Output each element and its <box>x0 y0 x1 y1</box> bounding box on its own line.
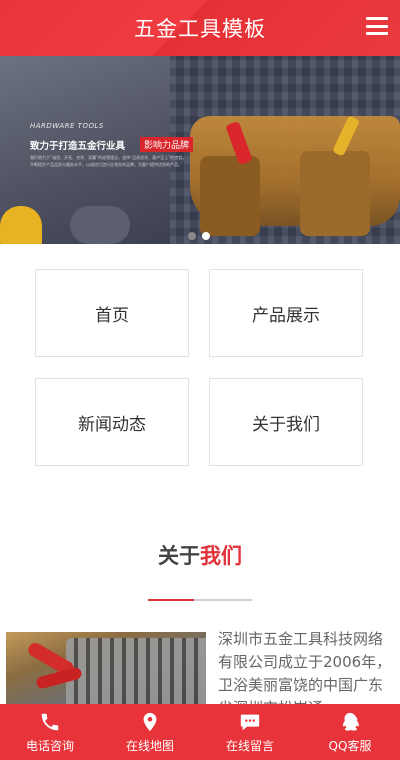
phone-icon <box>41 713 59 730</box>
hand-image <box>70 206 130 244</box>
bottom-action-bar: 电话咨询 在线地图 在线留言 QQ客服 <box>0 704 400 760</box>
banner-headline: 致力于打造五金行业具 <box>30 141 126 152</box>
carousel-dots <box>188 232 210 240</box>
about-image[interactable] <box>6 632 206 712</box>
site-title: 五金工具模板 <box>134 17 266 41</box>
tool-pouch-image <box>200 156 260 236</box>
banner-highlight: 影响力品牌 <box>140 137 194 152</box>
nav-item-about[interactable]: 关于我们 <box>209 378 363 466</box>
socket-tray-image <box>66 638 206 708</box>
map-pin-icon <box>143 712 157 731</box>
hero-banner[interactable]: HARDWARE TOOLS 致力于打造五金行业具 影响力品牌 我们致力于“诚信… <box>0 56 400 244</box>
footer-map-button[interactable]: 在线地图 <box>100 704 200 760</box>
footer-label: 电话咨询 <box>25 738 74 753</box>
section-title-part1: 关于 <box>158 544 200 568</box>
qq-icon <box>342 712 359 731</box>
section-title-part2: 我们 <box>200 544 242 568</box>
nav-grid: 首页 产品展示 新闻动态 关于我们 <box>0 244 400 504</box>
menu-bar <box>366 17 388 20</box>
footer-message-button[interactable]: 在线留言 <box>200 704 300 760</box>
nav-item-home[interactable]: 首页 <box>35 269 189 357</box>
menu-bar <box>366 24 388 28</box>
hamburger-menu-icon[interactable] <box>366 17 388 35</box>
message-icon <box>240 714 260 730</box>
carousel-dot-2[interactable] <box>202 232 210 240</box>
footer-qq-button[interactable]: QQ客服 <box>300 704 400 760</box>
carousel-dot-1[interactable] <box>188 232 196 240</box>
helmet-image <box>0 206 42 244</box>
tool-pouch-image <box>300 151 370 236</box>
footer-phone-button[interactable]: 电话咨询 <box>0 704 100 760</box>
banner-description: 我们致力于“诚信、开拓、合作、双赢”的经营理念，坚持“品质优先、客户至上”的宗旨… <box>30 155 187 167</box>
nav-item-news[interactable]: 新闻动态 <box>35 378 189 466</box>
top-header: 五金工具模板 <box>0 0 400 56</box>
footer-label: 在线地图 <box>125 738 174 753</box>
banner-subtitle: HARDWARE TOOLS <box>30 122 104 130</box>
section-title-about: 关于我们 <box>0 540 400 570</box>
nav-item-products[interactable]: 产品展示 <box>209 269 363 357</box>
section-divider-accent <box>148 599 194 601</box>
footer-label: QQ客服 <box>328 738 372 753</box>
menu-bar <box>366 32 388 35</box>
footer-label: 在线留言 <box>225 738 274 753</box>
section-divider <box>148 599 252 601</box>
